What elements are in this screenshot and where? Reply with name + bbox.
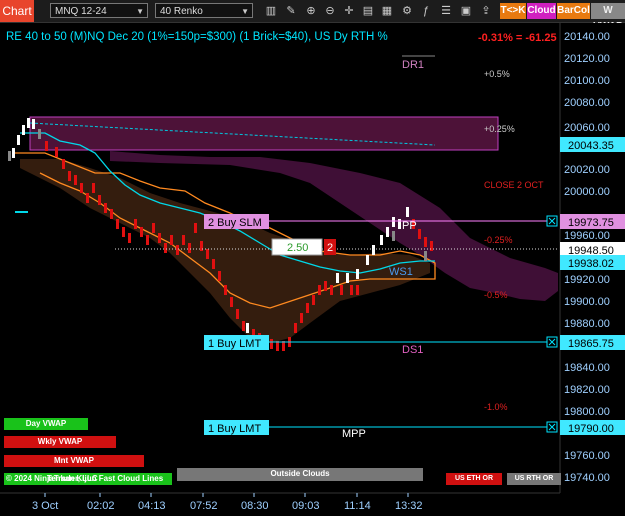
chevron-down-icon: ▼ [241,7,249,16]
zoom-in-icon[interactable]: ⊕ [304,4,318,18]
price-tag-slm-text: 19973.75 [568,217,614,229]
price-tick: 19800.00 [564,406,610,418]
pp-label: PP [402,220,417,232]
wkly-vwap-button[interactable]: Wkly VWAP [4,436,116,448]
draw-tool-icon[interactable]: ✎ [284,4,298,18]
data-box-icon[interactable]: ▤ [361,4,375,18]
pct-label: +0.5% [484,69,510,79]
price-tick: 19840.00 [564,362,610,374]
time-tick: 13:32 [395,500,423,512]
time-axis-labels: 3 Oct 02:02 04:13 07:52 08:30 09:03 11:1… [32,493,423,512]
tk-toggle-button[interactable]: T<>K [500,3,526,19]
price-tag-lmt2-text: 19790.00 [568,423,614,435]
time-tick: 08:30 [241,500,269,512]
time-tick: 09:03 [292,500,320,512]
chart-trader-icon[interactable]: ☰ [439,4,453,18]
pct-label: +0.25% [484,124,515,134]
price-tag-upper-text: 20043.35 [568,140,614,152]
strategies-icon[interactable]: ⚙ [400,4,414,18]
price-tick: 20000.00 [564,186,610,198]
price-tick: 19920.00 [564,274,610,286]
resistance-zone [29,116,499,151]
bar-type-selector[interactable]: 40 Renko ▼ [155,3,253,18]
indicators-icon[interactable]: ƒ [419,4,433,18]
time-tick: 02:02 [87,500,115,512]
zoom-out-icon[interactable]: ⊖ [323,4,337,18]
mpp-label: MPP [342,428,366,440]
tenkan-kijun-button[interactable]: Tenkan Kijun Fast Cloud Lines [30,473,180,485]
time-tick: 04:13 [138,500,166,512]
crosshair-icon[interactable]: ✛ [342,4,356,18]
ds1-label: DS1 [402,344,423,356]
mnt-vwap-button[interactable]: Mnt VWAP [4,455,144,467]
order-qty-value: 2.50 [287,242,308,254]
us-rth-or-button[interactable]: US RTH OR [507,473,561,485]
price-tick: 20060.00 [564,122,610,134]
close-2-oct-label: CLOSE 2 OCT [484,180,544,190]
pct-label: -0.5% [484,290,508,300]
share-icon[interactable]: ⇪ [479,4,493,18]
time-tick: 3 Oct [32,500,58,512]
price-tick: 19760.00 [564,450,610,462]
buy-lmt2-label: 1 Buy LMT [208,423,261,435]
chart-title: RE 40 to 50 (M)NQ Dec 20 (1%=150p=$300) … [6,31,388,43]
buy-slm-label: 2 Buy SLM [208,217,262,229]
price-tick: 19740.00 [564,472,610,484]
pct-label: -0.25% [484,235,513,245]
bar-chart-icon[interactable]: ▥ [264,4,278,18]
cancel-order-icon[interactable] [546,215,558,227]
price-tag-vwap-text: 19938.02 [568,258,614,270]
price-tick: 19880.00 [564,318,610,330]
pct-label: -1.0% [484,402,508,412]
cloud-toggle-button[interactable]: Cloud [527,3,556,19]
cancel-order-icon[interactable] [546,336,558,348]
price-tick: 19820.00 [564,384,610,396]
price-tick: 20140.00 [564,31,610,43]
barcol-toggle-button[interactable]: BarCol [557,3,590,19]
cancel-order-icon[interactable] [546,421,558,433]
order-count-value: 2 [327,242,333,254]
buy-lmt1-label: 1 Buy LMT [208,338,261,350]
instrument-value: MNQ 12-24 [55,6,107,17]
instrument-selector[interactable]: MNQ 12-24 ▼ [50,3,148,18]
toolbar: Chart MNQ 12-24 ▼ 40 Renko ▼ ▥ ✎ ⊕ ⊖ ✛ ▤… [0,0,625,32]
time-tick: 11:14 [344,500,371,512]
chart-menu-button[interactable]: Chart [0,0,34,22]
ws1-label: WS1 [389,266,413,278]
price-tick: 20120.00 [564,53,610,65]
price-tick: 19960.00 [564,230,610,242]
dr1-label: DR1 [402,59,424,71]
outside-clouds-button[interactable]: Outside Clouds [177,468,423,481]
vwap-toggle-button[interactable]: W VWAP [591,3,625,32]
time-tick: 07:52 [190,500,218,512]
template-icon[interactable]: ▣ [459,4,473,18]
day-vwap-button[interactable]: Day VWAP [4,418,88,430]
chevron-down-icon: ▼ [136,7,144,16]
price-tag-lmt1-text: 19865.75 [568,338,614,350]
price-tick: 20020.00 [564,164,610,176]
bar-type-value: 40 Renko [160,6,203,17]
us-eth-or-button[interactable]: US ETH OR [446,473,502,485]
price-tick: 20100.00 [564,75,610,87]
price-tick: 19900.00 [564,296,610,308]
properties-icon[interactable]: ▦ [380,4,394,18]
price-tick: 20080.00 [564,97,610,109]
change-label: -0.31% = -61.25 [478,32,557,44]
